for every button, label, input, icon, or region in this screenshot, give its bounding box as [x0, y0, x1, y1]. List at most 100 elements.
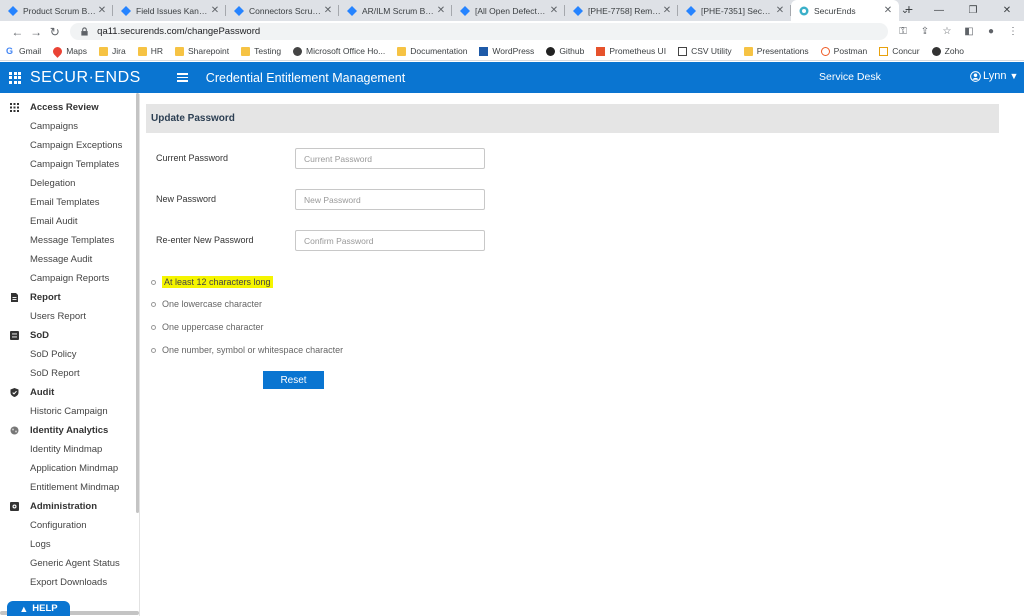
- sidebar-item-campaign-templates[interactable]: Campaign Templates: [0, 155, 139, 174]
- reload-icon[interactable]: ↻: [45, 25, 64, 39]
- share-icon[interactable]: ⇪: [914, 26, 936, 37]
- reset-button[interactable]: Reset: [263, 371, 324, 389]
- bookmark-documentation[interactable]: Documentation: [397, 46, 467, 56]
- sidebar-item-message-audit[interactable]: Message Audit: [0, 250, 139, 269]
- browser-tab[interactable]: [All Open Defects] Iss ✕: [452, 0, 565, 21]
- password-rule-text: One uppercase character: [162, 322, 264, 332]
- sidebar-section-access-review[interactable]: Access Review: [0, 98, 139, 117]
- forward-icon[interactable]: →: [27, 25, 46, 39]
- sidebar-item-email-templates[interactable]: Email Templates: [0, 193, 139, 212]
- password-rule-text: One number, symbol or whitespace charact…: [162, 345, 344, 355]
- bookmark-testing[interactable]: Testing: [241, 46, 281, 56]
- folder-icon: [99, 46, 108, 56]
- sidebar-item-export-downloads[interactable]: Export Downloads: [0, 573, 139, 592]
- app-title: Credential Entitlement Management: [205, 70, 406, 85]
- sidebar-section-sod[interactable]: SoD: [0, 326, 139, 345]
- bookmark-presentations[interactable]: Presentations: [743, 46, 809, 56]
- new-password-label: New Password: [156, 194, 217, 204]
- more-icon[interactable]: ⋮: [1002, 26, 1024, 37]
- close-icon[interactable]: ✕: [775, 5, 785, 16]
- minimize-icon[interactable]: —: [922, 5, 956, 16]
- logo[interactable]: SECUR·ENDS: [30, 69, 141, 87]
- key-icon[interactable]: ⚿: [892, 26, 914, 37]
- bookmarks-bar: G Gmail Maps Jira HR Sharepoint Testing M…: [0, 42, 1024, 61]
- office-icon: [293, 46, 303, 56]
- browser-tab[interactable]: Connectors Scrum Bo ✕: [226, 0, 339, 21]
- sidebar-item-identity-mindmap[interactable]: Identity Mindmap: [0, 440, 139, 459]
- close-icon[interactable]: ✕: [436, 5, 446, 16]
- postman-icon: [820, 46, 830, 56]
- bookmark-postman[interactable]: Postman: [820, 46, 867, 56]
- profile-icon[interactable]: ●: [980, 26, 1002, 37]
- wordpress-icon: [479, 46, 489, 56]
- url-field[interactable]: qa11.securends.com/changePassword: [70, 23, 888, 40]
- hamburger-menu-icon[interactable]: [176, 73, 188, 82]
- sidebar-section-identity-analytics[interactable]: Identity Analytics: [0, 421, 139, 440]
- sidebar-section-administration[interactable]: Administration: [0, 497, 139, 516]
- browser-tab[interactable]: [PHE-7351] SecurEnd ✕: [678, 0, 791, 21]
- bookmark-maps[interactable]: Maps: [51, 44, 87, 58]
- bookmark-jira[interactable]: Jira: [99, 46, 126, 56]
- close-icon[interactable]: ✕: [662, 5, 672, 16]
- sidebar-item-campaign-exceptions[interactable]: Campaign Exceptions: [0, 136, 139, 155]
- caret-down-icon: ▼: [1009, 71, 1019, 81]
- brain-icon: [10, 426, 19, 435]
- sidebar-item-sod-report[interactable]: SoD Report: [0, 364, 139, 383]
- sidebar-item-historic-campaign[interactable]: Historic Campaign: [0, 402, 139, 421]
- close-window-icon[interactable]: ✕: [990, 5, 1024, 16]
- securends-favicon-icon: [799, 6, 809, 15]
- service-desk-link[interactable]: Service Desk: [819, 71, 881, 83]
- sidebar-item-campaigns[interactable]: Campaigns: [0, 117, 139, 136]
- chevron-up-icon: ▲: [19, 603, 29, 614]
- bookmark-prometheus[interactable]: Prometheus UI: [596, 46, 666, 56]
- bookmark-sharepoint[interactable]: Sharepoint: [174, 46, 229, 56]
- close-icon[interactable]: ✕: [549, 5, 559, 16]
- sidebar-item-logs[interactable]: Logs: [0, 535, 139, 554]
- sidebar-item-campaign-reports[interactable]: Campaign Reports: [0, 269, 139, 288]
- bookmark-office[interactable]: Microsoft Office Ho...: [293, 46, 385, 56]
- help-button[interactable]: ▲ HELP: [7, 601, 70, 616]
- side-panel-icon[interactable]: ◧: [958, 26, 980, 37]
- bookmark-github[interactable]: Github: [546, 46, 584, 56]
- sidebar-vertical-scrollbar[interactable]: [136, 93, 139, 513]
- browser-tab[interactable]: Field Issues Kanban B ✕: [113, 0, 226, 21]
- browser-tab[interactable]: AR/ILM Scrum Board ✕: [339, 0, 452, 21]
- sidebar-item-application-mindmap[interactable]: Application Mindmap: [0, 459, 139, 478]
- sidebar-item-entitlement-mindmap[interactable]: Entitlement Mindmap: [0, 478, 139, 497]
- star-icon[interactable]: ☆: [936, 26, 958, 37]
- browser-tab[interactable]: [PHE-7758] Remove ✕: [565, 0, 678, 21]
- bookmark-csv-utility[interactable]: CSV Utility: [678, 46, 732, 56]
- google-icon: G: [6, 45, 14, 56]
- apps-grid-icon[interactable]: [9, 71, 21, 84]
- bullet-icon: [151, 279, 156, 285]
- browser-tab[interactable]: Product Scrum Board ✕: [0, 0, 113, 21]
- bookmark-wordpress[interactable]: WordPress: [479, 46, 534, 56]
- restore-icon[interactable]: ❐: [956, 5, 990, 16]
- bookmark-concur[interactable]: Concur: [879, 46, 920, 56]
- back-icon[interactable]: ←: [8, 25, 27, 39]
- sidebar-item-delegation[interactable]: Delegation: [0, 174, 139, 193]
- close-icon[interactable]: ✕: [97, 5, 107, 16]
- sidebar-section-audit[interactable]: Audit: [0, 383, 139, 402]
- sidebar-item-configuration[interactable]: Configuration: [0, 516, 139, 535]
- close-icon[interactable]: ✕: [210, 5, 220, 16]
- user-menu[interactable]: Lynn ▼: [970, 70, 1018, 82]
- sidebar-section-report[interactable]: Report: [0, 288, 139, 307]
- close-icon[interactable]: ✕: [323, 5, 333, 16]
- current-password-input[interactable]: [295, 148, 485, 169]
- sidebar-item-email-audit[interactable]: Email Audit: [0, 212, 139, 231]
- bookmark-zoho[interactable]: Zoho: [931, 46, 964, 56]
- sidebar-item-generic-agent-status[interactable]: Generic Agent Status: [0, 554, 139, 573]
- sidebar-item-sod-policy[interactable]: SoD Policy: [0, 345, 139, 364]
- confirm-password-input[interactable]: [295, 230, 485, 251]
- sidebar-item-users-report[interactable]: Users Report: [0, 307, 139, 326]
- confirm-password-label: Re-enter New Password: [156, 235, 254, 245]
- browser-tab-active[interactable]: SecurEnds ✕: [791, 0, 899, 21]
- sidebar-item-message-templates[interactable]: Message Templates: [0, 231, 139, 250]
- bookmark-hr[interactable]: HR: [137, 46, 163, 56]
- document-icon: [11, 293, 18, 302]
- bookmark-gmail[interactable]: G Gmail: [6, 46, 41, 56]
- chevron-down-icon[interactable]: ⌄: [888, 5, 922, 16]
- cog-box-icon: [10, 502, 19, 511]
- new-password-input[interactable]: [295, 189, 485, 210]
